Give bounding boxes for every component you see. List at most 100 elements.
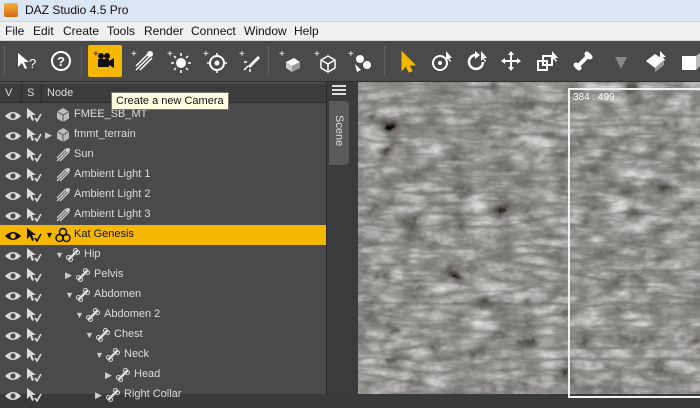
visibility-eye-icon[interactable]: [4, 249, 22, 261]
collapse-arrow-icon[interactable]: ▼: [95, 349, 105, 361]
visibility-eye-icon[interactable]: [4, 349, 22, 361]
selectable-cursor-icon[interactable]: [25, 327, 42, 343]
scene-node-row[interactable]: ▶ Right Collar: [0, 385, 326, 405]
selectable-cursor-icon[interactable]: [25, 267, 42, 283]
geometry-editor-button[interactable]: [604, 45, 638, 77]
scene-node-label: Hip: [84, 248, 101, 260]
what-is-this-button[interactable]: ?: [10, 45, 44, 77]
selectable-cursor-icon[interactable]: [25, 387, 42, 403]
scene-node-row[interactable]: Ambient Light 1: [0, 165, 326, 185]
collapse-arrow-icon[interactable]: ▼: [65, 289, 75, 301]
selectable-cursor-icon[interactable]: [25, 187, 42, 203]
toolbar-grip[interactable]: [4, 47, 7, 75]
scene-node-row[interactable]: Sun: [0, 145, 326, 165]
menu-help[interactable]: Help: [294, 24, 319, 38]
primitive-icon: +: [279, 49, 300, 72]
visibility-eye-icon[interactable]: [4, 149, 22, 161]
visibility-eye-icon[interactable]: [4, 329, 22, 341]
scene-node-row[interactable]: Ambient Light 3: [0, 205, 326, 225]
new-spot-light-button[interactable]: +: [162, 45, 196, 77]
new-null-button[interactable]: +: [309, 45, 343, 77]
render-settings-button[interactable]: [673, 45, 700, 77]
joint-editor-button[interactable]: [566, 45, 600, 77]
visibility-eye-icon[interactable]: [4, 169, 22, 181]
scene-node-row[interactable]: ▼ Abdomen 2: [0, 305, 326, 325]
new-node-instance-button[interactable]: +: [343, 45, 377, 77]
new-point-light-button[interactable]: +: [198, 45, 232, 77]
scene-node-row[interactable]: ▼ Abdomen: [0, 285, 326, 305]
distant-light-icon: +: [131, 49, 153, 71]
menu-window[interactable]: Window: [244, 24, 287, 38]
daz-app-icon: [4, 3, 18, 17]
scene-node-row[interactable]: ▼ Neck: [0, 345, 326, 365]
scene-node-row[interactable]: ▼ Chest: [0, 325, 326, 345]
new-distant-light-button[interactable]: +: [126, 45, 160, 77]
visibility-eye-icon[interactable]: [4, 309, 22, 321]
collapse-arrow-icon[interactable]: ▼: [75, 309, 85, 321]
visibility-eye-icon[interactable]: [4, 129, 22, 141]
expand-arrow-icon[interactable]: ▶: [65, 269, 75, 281]
scene-node-row[interactable]: Ambient Light 2: [0, 185, 326, 205]
scene-node-row[interactable]: ▼ Hip: [0, 245, 326, 265]
panel-menu-icon[interactable]: [332, 84, 346, 96]
collapse-arrow-icon[interactable]: ▼: [45, 229, 55, 241]
menu-connect[interactable]: Connect: [191, 24, 236, 38]
selectable-cursor-icon[interactable]: [25, 287, 42, 303]
surface-selection-button[interactable]: [639, 45, 673, 77]
menu-edit[interactable]: Edit: [33, 24, 54, 38]
visibility-eye-icon[interactable]: [4, 109, 22, 121]
help-button[interactable]: ?: [44, 45, 78, 77]
selectable-cursor-icon[interactable]: [25, 107, 42, 123]
translate-button[interactable]: [494, 45, 528, 77]
bone-icon: [105, 347, 121, 363]
scale-button[interactable]: [530, 45, 564, 77]
scene-node-row[interactable]: ▼ Kat Genesis: [0, 225, 326, 245]
menu-render[interactable]: Render: [144, 24, 183, 38]
expand-arrow-icon[interactable]: ▶: [45, 129, 55, 141]
selectable-cursor-icon[interactable]: [25, 307, 42, 323]
column-visibility-header[interactable]: V: [0, 84, 22, 102]
visibility-eye-icon[interactable]: [4, 229, 22, 241]
toolbar-separator: [384, 47, 387, 75]
menu-file[interactable]: File: [5, 24, 24, 38]
scene-node-row[interactable]: ▶ Head: [0, 365, 326, 385]
expand-arrow-icon[interactable]: ▶: [95, 389, 105, 401]
rotate-view-button[interactable]: [424, 45, 458, 77]
selectable-cursor-icon[interactable]: [25, 367, 42, 383]
new-linear-point-light-button[interactable]: +: [234, 45, 268, 77]
distant-light-icon: [55, 187, 71, 203]
scene-node-label: fmmt_terrain: [74, 128, 136, 140]
universal-rotate-button[interactable]: [459, 45, 493, 77]
visibility-eye-icon[interactable]: [4, 389, 22, 401]
selectable-cursor-icon[interactable]: [25, 227, 42, 243]
new-camera-button[interactable]: +: [88, 45, 122, 77]
rotate-view-icon: [432, 51, 452, 71]
visibility-eye-icon[interactable]: [4, 189, 22, 201]
svg-text:+: +: [93, 49, 99, 60]
collapse-arrow-icon[interactable]: ▼: [55, 249, 65, 261]
selectable-cursor-icon[interactable]: [25, 247, 42, 263]
visibility-eye-icon[interactable]: [4, 269, 22, 281]
column-selectability-header[interactable]: S: [22, 84, 42, 102]
visibility-eye-icon[interactable]: [4, 369, 22, 381]
visibility-eye-icon[interactable]: [4, 209, 22, 221]
selectable-cursor-icon[interactable]: [25, 167, 42, 183]
selectable-cursor-icon[interactable]: [25, 127, 42, 143]
node-selection-button[interactable]: [390, 45, 424, 77]
triangle-down-icon: [615, 57, 627, 69]
selectable-cursor-icon[interactable]: [25, 207, 42, 223]
selectable-cursor-icon[interactable]: [25, 147, 42, 163]
visibility-eye-icon[interactable]: [4, 289, 22, 301]
collapse-arrow-icon[interactable]: ▼: [85, 329, 95, 341]
selectable-cursor-icon[interactable]: [25, 347, 42, 363]
new-primitive-button[interactable]: +: [274, 45, 308, 77]
scene-node-row[interactable]: ▶ fmmt_terrain: [0, 125, 326, 145]
bone-icon: [115, 367, 131, 383]
menu-create[interactable]: Create: [63, 24, 99, 38]
expand-arrow-icon[interactable]: ▶: [105, 369, 115, 381]
scene-node-label: Abdomen: [94, 288, 142, 300]
scene-node-row[interactable]: ▶ Pelvis: [0, 265, 326, 285]
bone-icon: [573, 51, 593, 71]
menu-tools[interactable]: Tools: [107, 24, 135, 38]
window-title: DAZ Studio 4.5 Pro: [25, 3, 129, 17]
